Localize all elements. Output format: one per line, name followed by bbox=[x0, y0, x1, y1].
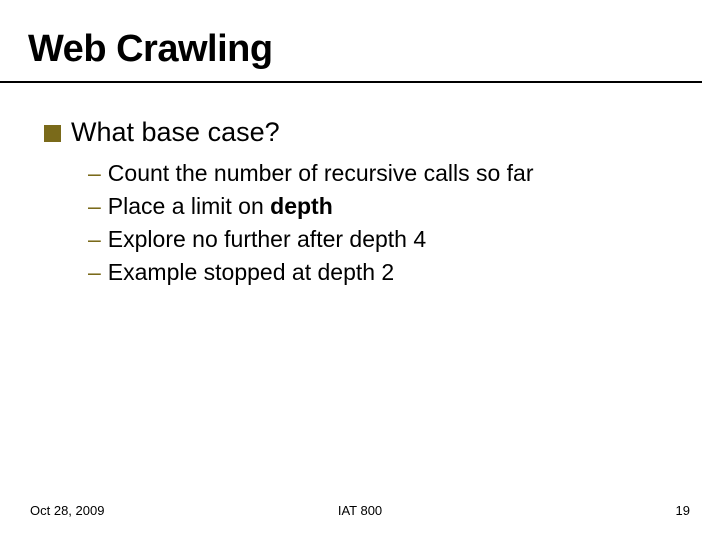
footer-date: Oct 28, 2009 bbox=[30, 503, 104, 518]
footer-page-number: 19 bbox=[676, 503, 690, 518]
bullet-level2-text: Count the number of recursive calls so f… bbox=[108, 158, 534, 188]
dash-icon: – bbox=[88, 158, 101, 188]
slide-footer: Oct 28, 2009 IAT 800 19 bbox=[0, 503, 720, 518]
bullet-level2-item: – Place a limit on depth bbox=[88, 191, 676, 221]
dash-icon: – bbox=[88, 257, 101, 287]
bullet-level1: What base case? bbox=[44, 117, 676, 148]
square-bullet-icon bbox=[44, 125, 61, 142]
bullet-level2-text: Explore no further after depth 4 bbox=[108, 224, 426, 254]
bullet-level1-text: What base case? bbox=[71, 117, 280, 148]
footer-center: IAT 800 bbox=[338, 503, 382, 518]
bullet-level2-item: – Count the number of recursive calls so… bbox=[88, 158, 676, 188]
slide-body: What base case? – Count the number of re… bbox=[0, 83, 720, 287]
bullet-level2-text: Example stopped at depth 2 bbox=[108, 257, 394, 287]
bullet-level2-item: – Example stopped at depth 2 bbox=[88, 257, 676, 287]
bullet-level2-item: – Explore no further after depth 4 bbox=[88, 224, 676, 254]
dash-icon: – bbox=[88, 224, 101, 254]
bullet-level2-list: – Count the number of recursive calls so… bbox=[44, 158, 676, 287]
slide-title: Web Crawling bbox=[0, 0, 702, 83]
dash-icon: – bbox=[88, 191, 101, 221]
bullet-level2-text: Place a limit on depth bbox=[108, 191, 333, 221]
